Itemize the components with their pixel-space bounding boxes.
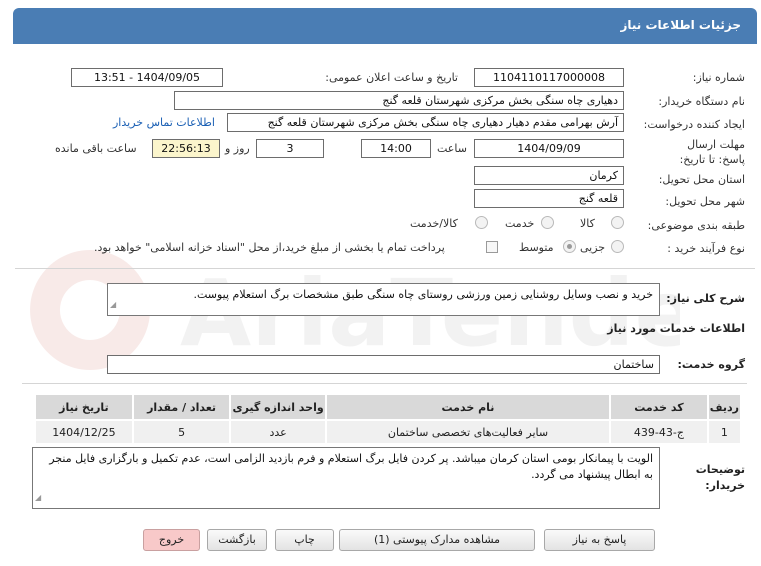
table-row: 1 ج-43-439 سایر فعالیت‌های تخصصی ساختمان… bbox=[36, 421, 740, 443]
category-service-radio[interactable] bbox=[541, 216, 554, 229]
treasury-note: پرداخت تمام یا بخشی از مبلغ خرید،از محل … bbox=[94, 241, 445, 254]
remaining-time-field: 22:56:13 bbox=[152, 139, 220, 158]
treasury-checkbox[interactable] bbox=[486, 241, 498, 253]
view-attachments-button[interactable]: مشاهده مدارک پیوستی (1) bbox=[339, 529, 535, 551]
column-header: کد خدمت bbox=[611, 395, 707, 419]
deadline-time-label: ساعت bbox=[437, 142, 467, 155]
days-label: روز و bbox=[225, 142, 250, 155]
divider bbox=[15, 268, 755, 269]
column-header: ردیف bbox=[708, 395, 740, 419]
table-header-row: ردیف کد خدمت نام خدمت واحد اندازه گیری ت… bbox=[36, 395, 740, 419]
divider bbox=[22, 383, 747, 384]
announce-datetime-label: تاریخ و ساعت اعلان عمومی: bbox=[325, 71, 458, 84]
need-number-field: 1104110117000008 bbox=[474, 68, 624, 87]
purchase-minor-radio[interactable] bbox=[611, 240, 624, 253]
buyer-notes-textarea: الویت با پیمانکار بومی استان کرمان میباش… bbox=[32, 447, 660, 509]
resize-handle-icon[interactable]: ◢ bbox=[35, 490, 41, 506]
category-label: طبقه بندی موضوعی: bbox=[647, 219, 745, 232]
buyer-org-field: دهیاری چاه سنگی بخش مرکزی شهرستان قلعه گ… bbox=[174, 91, 624, 110]
need-number-label: شماره نیاز: bbox=[692, 71, 745, 84]
column-header: تاریخ نیاز bbox=[36, 395, 132, 419]
cell-row-number: 1 bbox=[708, 421, 740, 443]
summary-label: شرح کلی نیاز: bbox=[666, 292, 745, 305]
window-title: جزئیات اطلاعات نیاز bbox=[620, 18, 741, 32]
announce-datetime-field: 1404/09/05 - 13:51 bbox=[71, 68, 223, 87]
requester-label: ایجاد کننده درخواست: bbox=[643, 118, 745, 131]
category-goods-service-label: کالا/خدمت bbox=[410, 217, 458, 230]
services-table: ردیف کد خدمت نام خدمت واحد اندازه گیری ت… bbox=[34, 393, 742, 445]
category-goods-label: کالا bbox=[580, 217, 595, 230]
buyer-org-label: نام دستگاه خریدار: bbox=[658, 95, 745, 108]
purchase-type-label: نوع فرآیند خرید : bbox=[667, 242, 745, 255]
cell-need-date: 1404/12/25 bbox=[36, 421, 132, 443]
province-field: کرمان bbox=[474, 166, 624, 185]
deadline-date-field: 1404/09/09 bbox=[474, 139, 624, 158]
purchase-medium-label: متوسط bbox=[519, 241, 554, 254]
purchase-minor-label: جزیی bbox=[580, 241, 606, 254]
cell-service-name: سایر فعالیت‌های تخصصی ساختمان bbox=[326, 421, 610, 443]
cell-service-code: ج-43-439 bbox=[611, 421, 707, 443]
deadline-time-field: 14:00 bbox=[361, 139, 431, 158]
category-service-label: خدمت bbox=[505, 217, 535, 230]
resize-handle-icon[interactable]: ◢ bbox=[110, 297, 116, 313]
purchase-medium-radio[interactable] bbox=[563, 240, 576, 253]
services-section-title: اطلاعات خدمات مورد نیاز bbox=[607, 322, 745, 335]
category-goods-radio[interactable] bbox=[611, 216, 624, 229]
summary-text: خرید و نصب وسایل روشنایی زمین ورزشی روست… bbox=[193, 288, 653, 301]
province-label: استان محل تحویل: bbox=[658, 173, 745, 186]
city-label: شهر محل تحویل: bbox=[665, 195, 745, 208]
title-bar: جزئیات اطلاعات نیاز bbox=[13, 8, 757, 44]
column-header: تعداد / مقدار bbox=[133, 395, 230, 419]
cell-quantity: 5 bbox=[133, 421, 230, 443]
requester-field: آرش بهرامی مقدم دهیار دهیاری چاه سنگی بخ… bbox=[227, 113, 624, 132]
days-field: 3 bbox=[256, 139, 324, 158]
deadline-label: مهلت ارسال پاسخ: تا تاریخ: bbox=[679, 138, 745, 166]
column-header: واحد اندازه گیری bbox=[231, 395, 325, 419]
buyer-notes-text: الویت با پیمانکار بومی استان کرمان میباش… bbox=[49, 452, 653, 481]
city-field: قلعه گنج bbox=[474, 189, 624, 208]
summary-textarea: خرید و نصب وسایل روشنایی زمین ورزشی روست… bbox=[107, 283, 660, 316]
reply-button[interactable]: پاسخ به نیاز bbox=[544, 529, 655, 551]
cell-unit: عدد bbox=[231, 421, 325, 443]
buyer-contact-link[interactable]: اطلاعات تماس خریدار bbox=[113, 116, 215, 129]
print-button[interactable]: چاپ bbox=[275, 529, 334, 551]
back-button[interactable]: بازگشت bbox=[207, 529, 267, 551]
column-header: نام خدمت bbox=[326, 395, 610, 419]
remaining-time-label: ساعت باقی مانده bbox=[55, 142, 137, 155]
service-group-label: گروه خدمت: bbox=[677, 358, 745, 371]
category-goods-service-radio[interactable] bbox=[475, 216, 488, 229]
buyer-notes-label: توضیحات خریدار: bbox=[695, 463, 745, 492]
exit-button[interactable]: خروج bbox=[143, 529, 200, 551]
service-group-field: ساختمان bbox=[107, 355, 660, 374]
